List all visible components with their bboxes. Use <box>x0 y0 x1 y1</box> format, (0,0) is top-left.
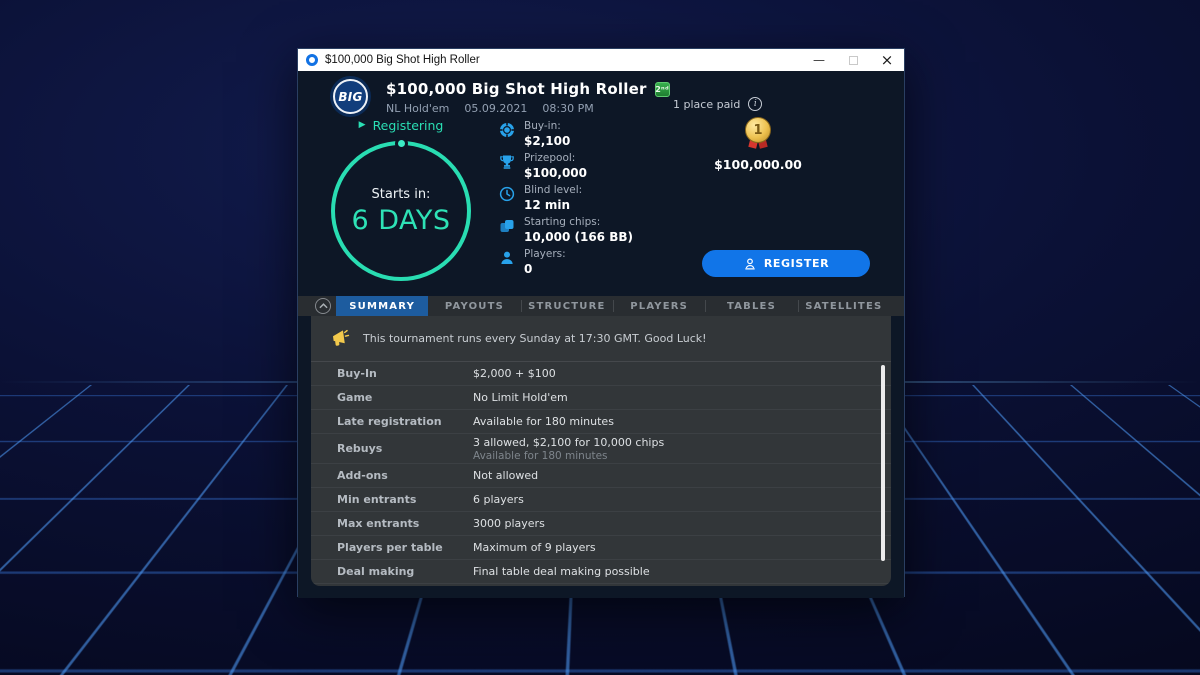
window-title: $100,000 Big Shot High Roller <box>325 54 480 66</box>
places-paid-label: 1 place paid <box>673 98 740 111</box>
row-label: Players per table <box>337 541 473 554</box>
play-icon: ▶ <box>359 121 366 130</box>
row-value: 3000 players <box>473 517 545 530</box>
stat-value: $2,100 <box>524 134 570 148</box>
tab-players[interactable]: PLAYERS <box>613 296 705 316</box>
row-value: Final table deal making possible <box>473 565 650 578</box>
countdown-ring: Starts in: 6 DAYS <box>331 141 471 281</box>
big-logo-text: BIG <box>333 79 368 114</box>
status-label: Registering <box>373 118 444 133</box>
app-icon <box>306 54 318 66</box>
medal-rank: 1 <box>745 117 771 143</box>
stat-value: 12 min <box>524 198 582 212</box>
stat-value: 10,000 (166 BB) <box>524 230 633 244</box>
first-prize-amount: $100,000.00 <box>698 157 818 172</box>
summary-panel: This tournament runs every Sunday at 17:… <box>311 316 891 586</box>
summary-row-deal-making: Deal making Final table deal making poss… <box>311 560 891 584</box>
tab-summary[interactable]: SUMMARY <box>336 296 428 316</box>
window-content: BIG $100,000 Big Shot High Roller 2ⁿᵈ NL… <box>298 71 904 598</box>
chevron-up-icon <box>319 303 328 309</box>
summary-row-players-per-table: Players per table Maximum of 9 players <box>311 536 891 560</box>
tab-structure[interactable]: STRUCTURE <box>521 296 613 316</box>
clock-icon <box>499 186 515 202</box>
row-value: No Limit Hold'em <box>473 391 568 404</box>
tab-payouts[interactable]: PAYOUTS <box>428 296 520 316</box>
tab-satellites[interactable]: SATELLITES <box>798 296 890 316</box>
row-value: Available for 180 minutes <box>473 415 614 428</box>
rebuy-badge: 2ⁿᵈ <box>655 82 670 97</box>
summary-row-late-registration: Late registration Available for 180 minu… <box>311 410 891 434</box>
start-time: 08:30 PM <box>542 102 593 115</box>
row-value: 3 allowed, $2,100 for 10,000 chips <box>473 436 664 449</box>
summary-row-rebuys: Rebuys 3 allowed, $2,100 for 10,000 chip… <box>311 434 891 464</box>
announcement-row: This tournament runs every Sunday at 17:… <box>311 316 891 362</box>
maximize-button[interactable] <box>836 49 870 71</box>
tournament-title: $100,000 Big Shot High Roller <box>386 80 647 98</box>
places-paid: 1 place paid i <box>673 97 762 111</box>
countdown-value: 6 DAYS <box>351 205 450 236</box>
game-type: NL Hold'em <box>386 102 449 115</box>
stat-buyin: Buy-in: $2,100 <box>499 120 633 148</box>
summary-row-buyin: Buy-In $2,000 + $100 <box>311 362 891 386</box>
first-place-medal: 1 <box>745 117 771 143</box>
row-label: Late registration <box>337 415 473 428</box>
countdown-label: Starts in: <box>372 187 431 202</box>
maximize-icon <box>849 56 858 65</box>
tournament-window: $100,000 Big Shot High Roller — × BIG $1… <box>297 48 905 597</box>
summary-scrollbar[interactable] <box>881 365 885 561</box>
tab-tables[interactable]: TABLES <box>705 296 797 316</box>
tab-bar: SUMMARY PAYOUTS STRUCTURE PLAYERS TABLES… <box>298 296 904 316</box>
summary-row-max-entrants: Max entrants 3000 players <box>311 512 891 536</box>
row-value-secondary: Available for 180 minutes <box>473 450 664 462</box>
stat-value: $100,000 <box>524 166 587 180</box>
megaphone-icon <box>330 328 351 349</box>
stat-value: 0 <box>524 262 566 276</box>
announcement-text: This tournament runs every Sunday at 17:… <box>363 332 707 345</box>
stat-players: Players: 0 <box>499 248 633 276</box>
tournament-title-row: $100,000 Big Shot High Roller 2ⁿᵈ <box>386 80 670 98</box>
row-label: Buy-In <box>337 367 473 380</box>
minimize-button[interactable]: — <box>802 49 836 71</box>
row-value: 6 players <box>473 493 524 506</box>
register-person-icon <box>743 257 757 271</box>
summary-row-addons: Add-ons Not allowed <box>311 464 891 488</box>
chip-icon <box>499 122 515 138</box>
row-value: $2,000 + $100 <box>473 367 556 380</box>
row-label: Deal making <box>337 565 473 578</box>
stat-starting-chips: Starting chips: 10,000 (166 BB) <box>499 216 633 244</box>
row-value: Maximum of 9 players <box>473 541 596 554</box>
stat-prizepool: Prizepool: $100,000 <box>499 152 633 180</box>
info-icon[interactable]: i <box>748 97 762 111</box>
register-label: REGISTER <box>764 257 829 270</box>
registration-status: ▶ Registering <box>331 118 471 133</box>
row-label: Add-ons <box>337 469 473 482</box>
close-button[interactable]: × <box>870 49 904 71</box>
summary-row-min-entrants: Min entrants 6 players <box>311 488 891 512</box>
player-icon <box>499 250 515 266</box>
tournament-subtitle: NL Hold'em 05.09.2021 08:30 PM <box>386 102 594 115</box>
row-value: Not allowed <box>473 469 538 482</box>
row-label: Rebuys <box>337 442 473 455</box>
stat-label: Blind level: <box>524 184 582 197</box>
register-button[interactable]: REGISTER <box>702 250 870 277</box>
tournament-stats: Buy-in: $2,100 Prizepool: $100,000 Blin <box>499 120 633 276</box>
trophy-icon <box>499 154 515 170</box>
stat-blind-level: Blind level: 12 min <box>499 184 633 212</box>
summary-row-game: Game No Limit Hold'em <box>311 386 891 410</box>
tournament-logo: BIG <box>330 76 371 117</box>
stat-label: Buy-in: <box>524 120 570 133</box>
stat-label: Players: <box>524 248 566 261</box>
row-label: Min entrants <box>337 493 473 506</box>
stat-label: Prizepool: <box>524 152 587 165</box>
chips-stack-icon <box>499 218 515 234</box>
collapse-panel-button[interactable] <box>315 298 331 314</box>
tab-list: SUMMARY PAYOUTS STRUCTURE PLAYERS TABLES… <box>336 296 890 316</box>
title-bar[interactable]: $100,000 Big Shot High Roller — × <box>298 49 904 71</box>
stat-label: Starting chips: <box>524 216 633 229</box>
start-date: 05.09.2021 <box>464 102 527 115</box>
row-label: Game <box>337 391 473 404</box>
row-label: Max entrants <box>337 517 473 530</box>
